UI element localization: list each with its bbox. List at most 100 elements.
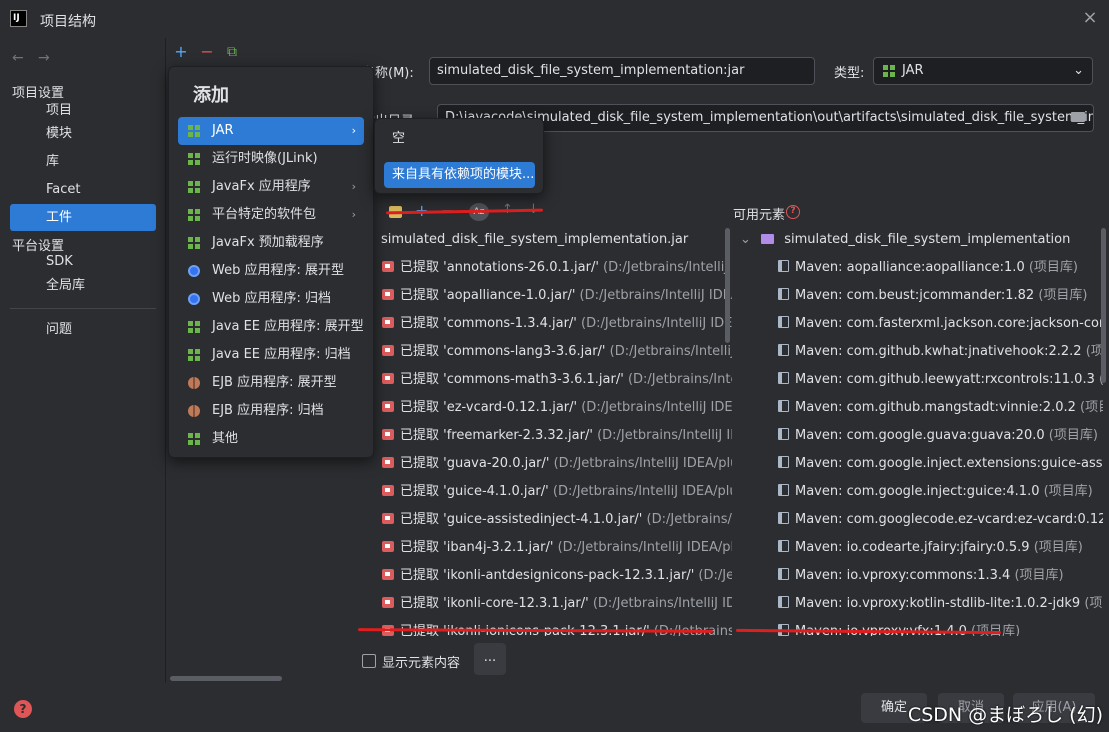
nav-item-modules[interactable]: 模块 [10,120,156,147]
available-item-name: Maven: com.google.inject:guice:4.1.0 [795,484,1040,499]
available-item[interactable]: Maven: com.fasterxml.jackson.core:jackso… [740,310,1103,338]
popup-item[interactable]: Web 应用程序: 归档 [178,285,364,313]
popup-item-label: 运行时映像(JLink) [212,151,318,166]
available-item[interactable]: Maven: com.github.kwhat:jnativehook:2.2.… [740,338,1103,366]
remove-icon[interactable]: − [199,44,215,60]
tree-item[interactable]: 已提取 'guice-assistedinject-4.1.0.jar/' (D… [366,506,732,534]
show-content-checkbox[interactable] [362,654,376,668]
popup-item[interactable]: 运行时映像(JLink) [178,145,364,173]
tree-item[interactable]: 已提取 'guice-4.1.0.jar/' (D:/Jetbrains/Int… [366,478,732,506]
tree-item-path: (D:/Jetbrains/IntelliJ IDEA [609,344,732,359]
tree-item[interactable]: 已提取 'ikonli-ionicons-pack-12.3.1.jar/' (… [366,618,732,636]
available-item[interactable]: Maven: io.vproxy:kotlin-stdlib-lite:1.0.… [740,590,1103,618]
add-artifact-popup: 添加 JAR › 运行时映像(JLink) JavaFx 应用程序 › 平台特定的软件包 ›… [168,66,374,458]
tree-item[interactable]: 已提取 'commons-lang3-3.6.jar/' (D:/Jetbrai… [366,338,732,366]
close-icon[interactable]: × [1081,9,1099,27]
library-icon [778,596,789,608]
nav-item-libraries[interactable]: 库 [10,148,156,175]
submenu-item-from-module[interactable]: 来自具有依赖项的模块... [384,162,535,188]
available-item[interactable]: Maven: com.google.guava:guava:20.0 (项目库) [740,422,1103,450]
copy-icon[interactable]: ⧉ [224,44,240,60]
popup-item[interactable]: JavaFx 预加载程序 [178,229,364,257]
tree-item[interactable]: 已提取 'guava-20.0.jar/' (D:/Jetbrains/Inte… [366,450,732,478]
popup-item[interactable]: Java EE 应用程序: 归档 [178,341,364,369]
tree-item-name: 已提取 'commons-1.3.4.jar/' [400,316,577,331]
more-button[interactable]: ... [474,643,506,675]
tree-item-path: (D:/Jetbrains/IntelliJ IDEA/plu [581,316,732,331]
intellij-logo-icon: IJ [10,10,27,27]
popup-item[interactable]: 其他 [178,425,364,453]
nav-item-problems[interactable]: 问题 [10,316,156,343]
type-dropdown[interactable]: JAR ⌄ [873,57,1093,85]
tree-root-jar[interactable]: simulated_disk_file_system_implementatio… [366,226,732,254]
submenu-item-empty[interactable]: 空 [384,126,535,152]
extracted-jar-icon [382,317,394,328]
extracted-jar-icon [382,289,394,300]
back-arrow-icon[interactable]: ← [12,50,24,66]
available-item-name: Maven: com.github.leewyatt:rxcontrols:11… [795,372,1095,387]
left-navigation: ← → 项目设置 项目 模块 库 Facet 工件 平台设置 SDK 全局库 问… [0,38,165,683]
popup-item[interactable]: EJB 应用程序: 归档 [178,397,364,425]
available-item[interactable]: Maven: io.vproxy:commons:1.3.4 (项目库) [740,562,1103,590]
nav-item-global-libraries[interactable]: 全局库 [10,272,156,299]
nav-item-facet[interactable]: Facet [10,176,156,203]
available-item[interactable]: Maven: io.codearte.jfairy:jfairy:0.5.9 (… [740,534,1103,562]
extracted-jar-icon [382,429,394,440]
available-item[interactable]: Maven: com.googlecode.ez-vcard:ez-vcard:… [740,506,1103,534]
nav-item-artifacts[interactable]: 工件 [10,204,156,231]
chevron-down-icon: ⌄ [1073,63,1084,78]
popup-item[interactable]: 平台特定的软件包 › [178,201,364,229]
name-field[interactable]: simulated_disk_file_system_implementatio… [429,57,815,85]
popup-item-label: EJB 应用程序: 展开型 [212,375,337,390]
available-item[interactable]: Maven: aopalliance:aopalliance:1.0 (项目库) [740,254,1103,282]
available-help-icon[interactable]: ? [786,205,800,219]
available-item[interactable]: Maven: com.google.inject.extensions:guic… [740,450,1103,478]
nav-item-sdk[interactable]: SDK [10,248,156,275]
library-icon [778,428,789,440]
tree-item[interactable]: 已提取 'ez-vcard-0.12.1.jar/' (D:/Jetbrains… [366,394,732,422]
tree-item[interactable]: 已提取 'ikonli-core-12.3.1.jar/' (D:/Jetbra… [366,590,732,618]
grid-icon [188,321,200,333]
popup-item-label: JavaFx 预加载程序 [212,235,324,250]
popup-item[interactable]: Java EE 应用程序: 展开型 [178,313,364,341]
popup-item[interactable]: Web 应用程序: 展开型 [178,257,364,285]
output-tree-scrollbar[interactable] [725,228,730,343]
available-item[interactable]: Maven: com.github.leewyatt:rxcontrols:11… [740,366,1103,394]
bean-icon [188,405,200,417]
tree-item-path: (D:/Jetbrains/IntelliJ IDEA/plugins/ [552,484,732,499]
available-item-suffix: (项目库) [1038,288,1088,303]
available-root-module[interactable]: ⌄ simulated_disk_file_system_implementat… [740,226,1103,254]
forward-arrow-icon[interactable]: → [38,50,50,66]
expand-chevron-icon[interactable]: ⌄ [740,232,751,247]
available-item[interactable]: Maven: com.github.mangstadt:vinnie:2.0.2… [740,394,1103,422]
list-horizontal-scrollbar[interactable] [170,676,282,681]
red-annotation-line [385,208,544,215]
popup-item[interactable]: EJB 应用程序: 展开型 [178,369,364,397]
grid-icon [188,237,200,249]
tree-item[interactable]: 已提取 'annotations-26.0.1.jar/' (D:/Jetbra… [366,254,732,282]
tree-item[interactable]: 已提取 'iban4j-3.2.1.jar/' (D:/Jetbrains/In… [366,534,732,562]
add-icon[interactable]: + [173,44,189,60]
available-tree-scrollbar[interactable] [1101,228,1106,383]
tree-item-path: (D:/Jetbrains/IntelliJ [646,512,732,527]
nav-divider [10,308,156,309]
tree-item[interactable]: 已提取 'freemarker-2.3.32.jar/' (D:/Jetbrai… [366,422,732,450]
popup-item-label: Web 应用程序: 展开型 [212,263,344,278]
popup-item[interactable]: JavaFx 应用程序 › [178,173,364,201]
tree-item-path: (D:/Jetbrains/IntelliJ IDEA/plugins [557,540,732,555]
available-root-label: simulated_disk_file_system_implementatio… [784,232,1071,247]
folder-browse-icon[interactable] [1071,112,1085,122]
popup-item[interactable]: JAR › [178,117,364,145]
extracted-jar-icon [382,569,394,580]
library-icon [778,344,789,356]
tree-item[interactable]: 已提取 'commons-1.3.4.jar/' (D:/Jetbrains/I… [366,310,732,338]
available-item[interactable]: Maven: com.google.inject:guice:4.1.0 (项目… [740,478,1103,506]
tree-item[interactable]: 已提取 'ikonli-antdesignicons-pack-12.3.1.j… [366,562,732,590]
tree-item[interactable]: 已提取 'aopalliance-1.0.jar/' (D:/Jetbrains… [366,282,732,310]
available-item[interactable]: Maven: com.beust:jcommander:1.82 (项目库) [740,282,1103,310]
library-icon [778,316,789,328]
available-items: Maven: aopalliance:aopalliance:1.0 (项目库)… [740,254,1103,636]
title-bar: IJ 项目结构 × [0,0,1109,38]
help-icon[interactable]: ? [14,700,32,718]
tree-item[interactable]: 已提取 'commons-math3-3.6.1.jar/' (D:/Jetbr… [366,366,732,394]
